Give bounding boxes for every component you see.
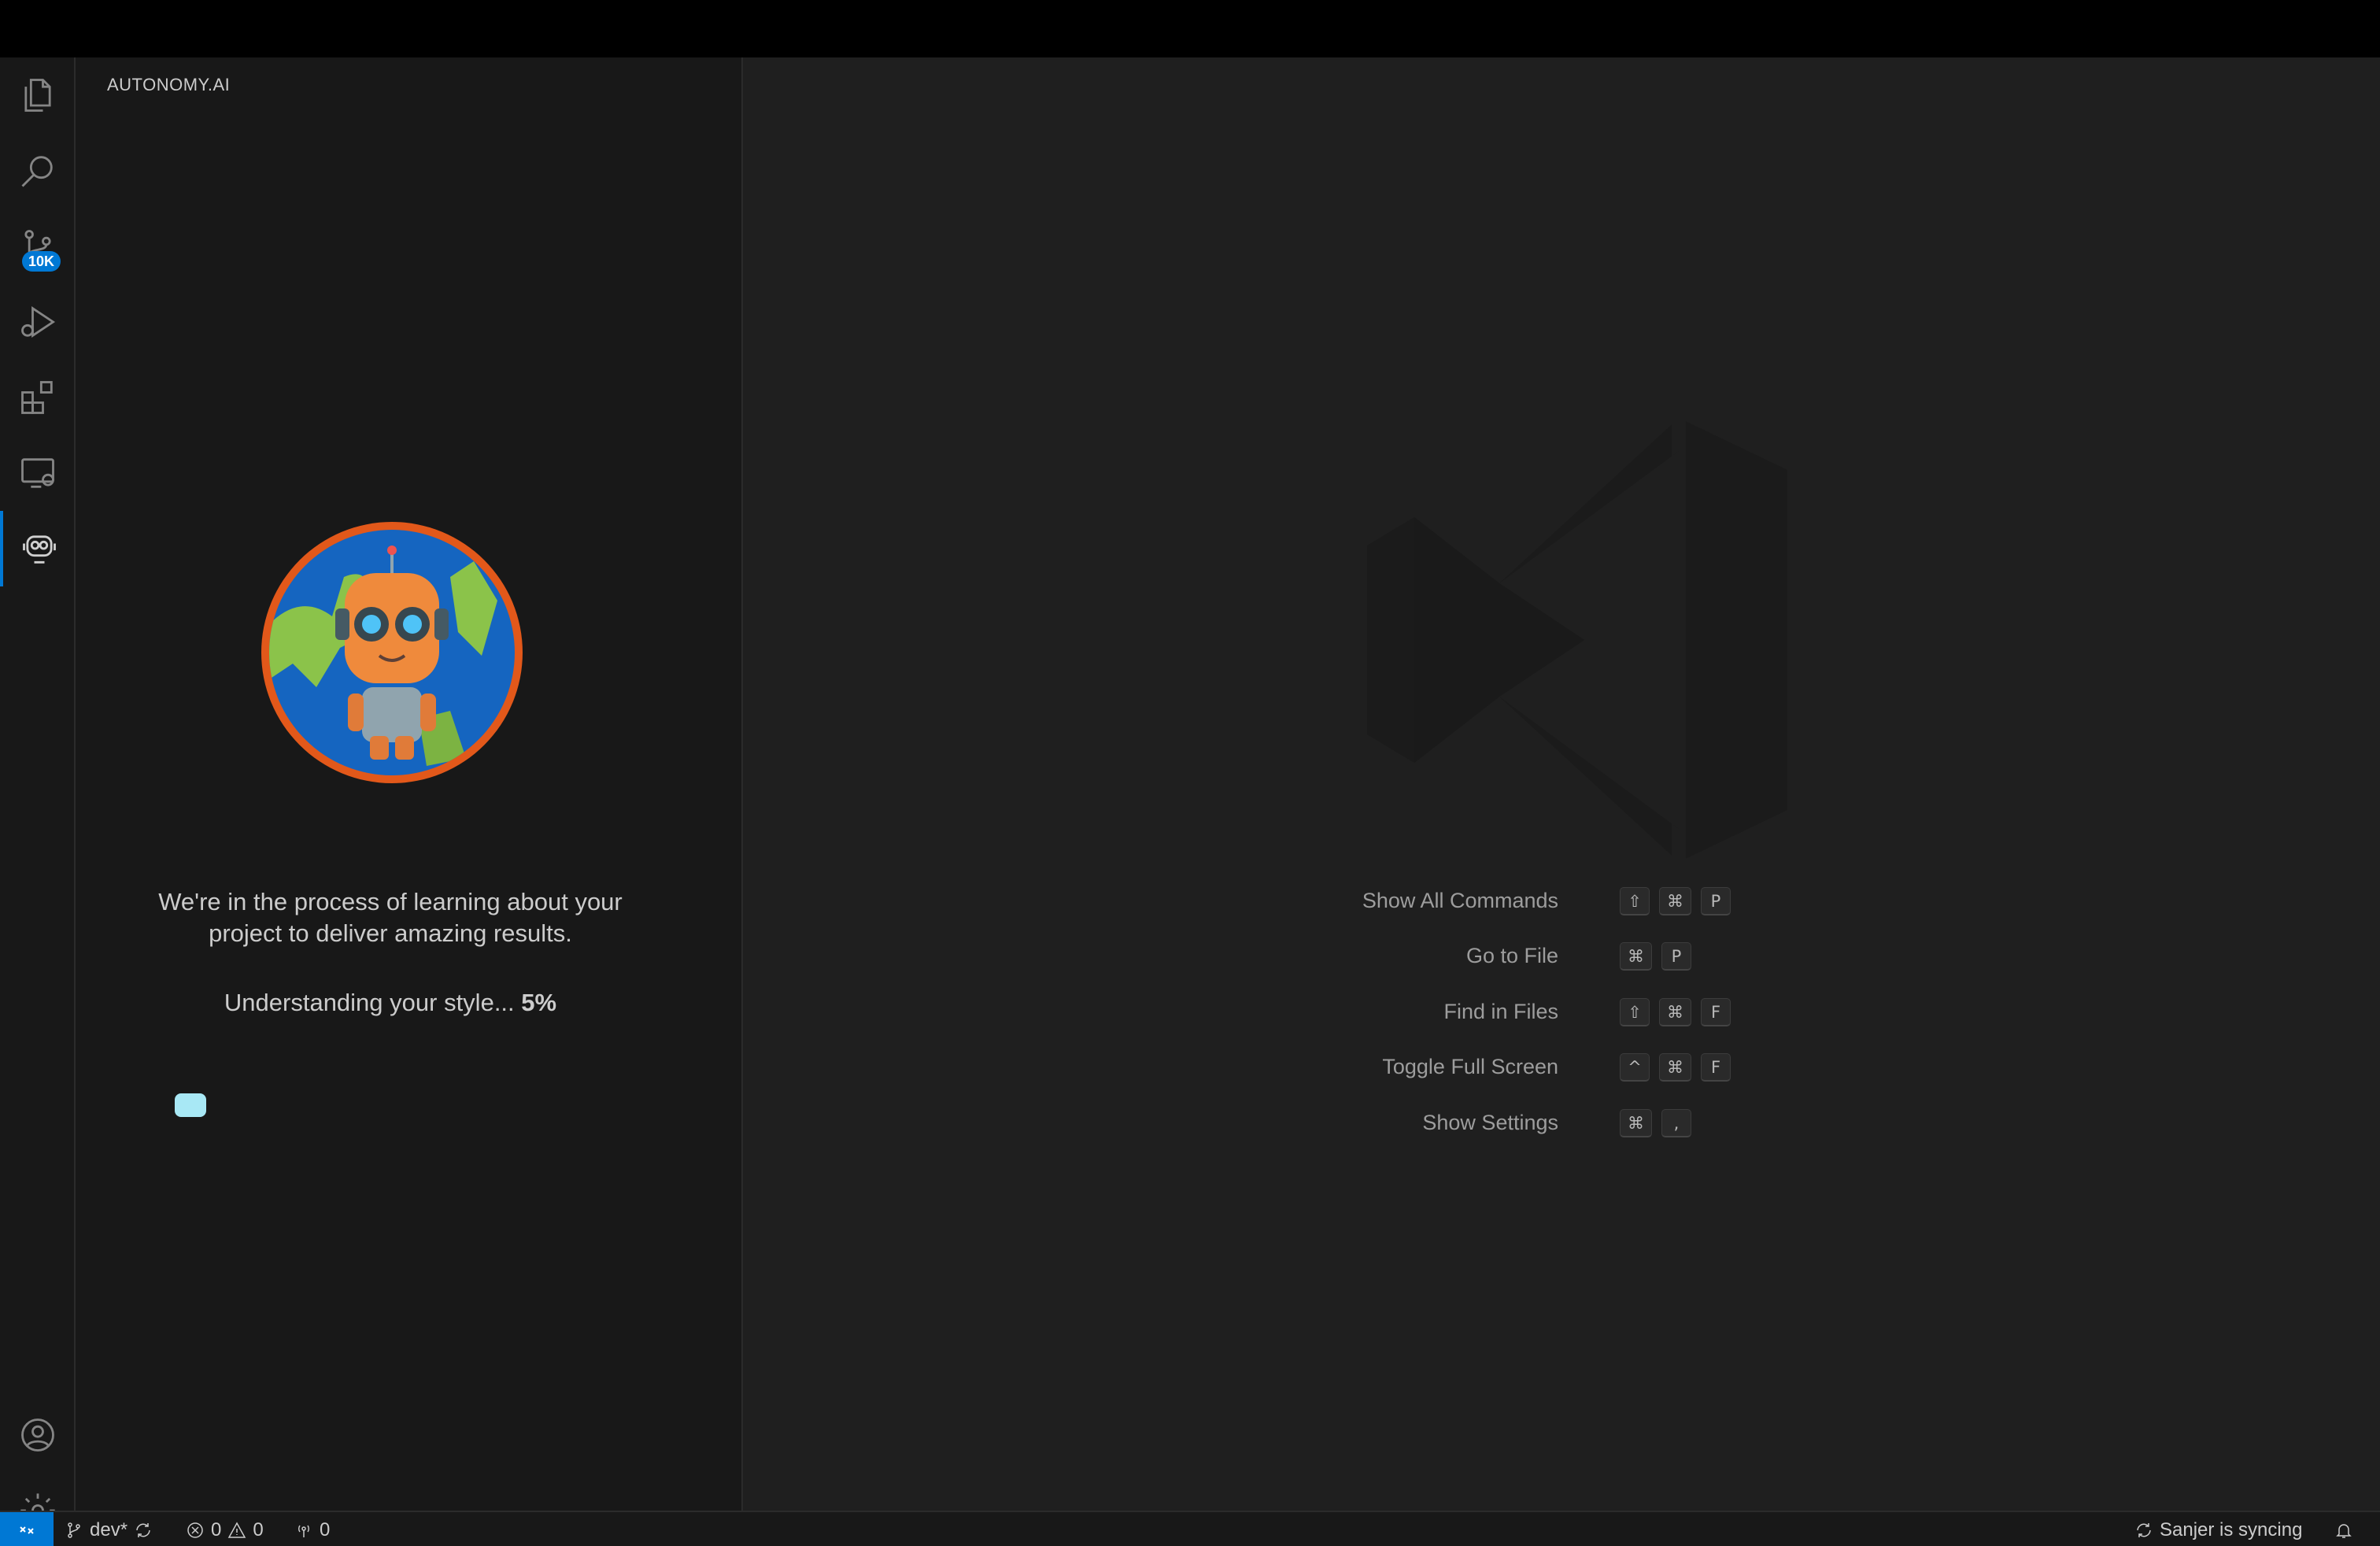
key-cmd: ⌘ [1659,998,1691,1026]
shortcut-label: Show All Commands [1362,889,1558,912]
autonomy-robot-icon[interactable] [0,511,76,586]
scm-count-badge: 10K [22,251,61,272]
autonomy-sidebar: AUTONOMY.AI We're in the process of lear… [76,57,743,1511]
shortcut-label: Go to File [1465,944,1558,967]
shortcut-label: Toggle Full Screen [1382,1055,1558,1078]
broadcast-icon [298,1525,309,1537]
key-f: F [1701,1053,1731,1082]
status-bar: dev* 0 0 0 Sanjer is syncing [0,1511,2380,1546]
shortcut-show-settings[interactable]: Show Settings ⌘ , [745,1106,2380,1145]
problems-status[interactable]: 0 0 [186,1512,264,1546]
explorer-icon[interactable] [0,57,76,133]
progress-bar [175,1093,206,1117]
warning-icon [228,1521,246,1538]
activity-bar: 10K [0,57,76,1528]
remote-icon [20,1526,34,1534]
key-shift: ⇧ [1620,998,1650,1026]
error-count: 0 [211,1518,222,1540]
shortcut-label: Show Settings [1422,1111,1558,1134]
key-comma: , [1661,1109,1691,1137]
notifications-button[interactable] [2334,1512,2353,1546]
shortcut-label: Find in Files [1443,1000,1558,1023]
shortcut-find-in-files[interactable]: Find in Files ⇧ ⌘ F [745,995,2380,1034]
vscode-logo-watermark [1367,418,1787,862]
bell-icon [2336,1523,2352,1538]
sync-text: Sanjer is syncing [2160,1518,2303,1540]
progress-percent: 5% [521,989,557,1016]
progress-status: Understanding your style... 5% [123,989,658,1017]
progress-label: Understanding your style... [224,989,515,1016]
sync-icon [136,1522,150,1537]
title-bar [0,0,2380,57]
shortcut-show-all-commands[interactable]: Show All Commands ⇧ ⌘ P [745,884,2380,923]
key-cmd: ⌘ [1659,887,1691,915]
warning-count: 0 [253,1518,264,1540]
branch-status[interactable]: dev* [65,1512,153,1546]
account-icon[interactable] [0,1397,76,1473]
git-branch-icon [68,1522,80,1538]
sidebar-title: AUTONOMY.AI [107,75,231,94]
key-shift: ⇧ [1620,887,1650,915]
robot-mascot-image [261,522,523,783]
search-icon[interactable] [0,133,76,209]
source-control-icon[interactable]: 10K [0,209,76,284]
remote-explorer-icon[interactable] [0,435,76,511]
key-cmd: ⌘ [1620,1109,1652,1137]
run-debug-icon[interactable] [0,284,76,360]
sync-status[interactable]: Sanjer is syncing [2134,1512,2302,1546]
key-f: F [1701,998,1731,1026]
key-cmd: ⌘ [1620,942,1652,971]
editor-area: Show All Commands ⇧ ⌘ P Go to File ⌘ P F… [745,57,2380,1511]
key-cmd: ⌘ [1659,1053,1691,1082]
sync-icon [2137,1522,2151,1537]
remote-indicator[interactable] [0,1512,54,1546]
key-ctrl: ^ [1620,1053,1650,1082]
branch-name: dev* [90,1518,128,1540]
shortcut-go-to-file[interactable]: Go to File ⌘ P [745,939,2380,978]
learning-message: We're in the process of learning about y… [158,888,623,947]
error-icon [187,1522,203,1538]
shortcut-toggle-full-screen[interactable]: Toggle Full Screen ^ ⌘ F [745,1050,2380,1089]
extensions-icon[interactable] [0,360,76,435]
key-p: P [1661,942,1691,971]
ports-count: 0 [320,1518,331,1540]
key-p: P [1701,887,1731,915]
ports-status[interactable]: 0 [294,1512,330,1546]
